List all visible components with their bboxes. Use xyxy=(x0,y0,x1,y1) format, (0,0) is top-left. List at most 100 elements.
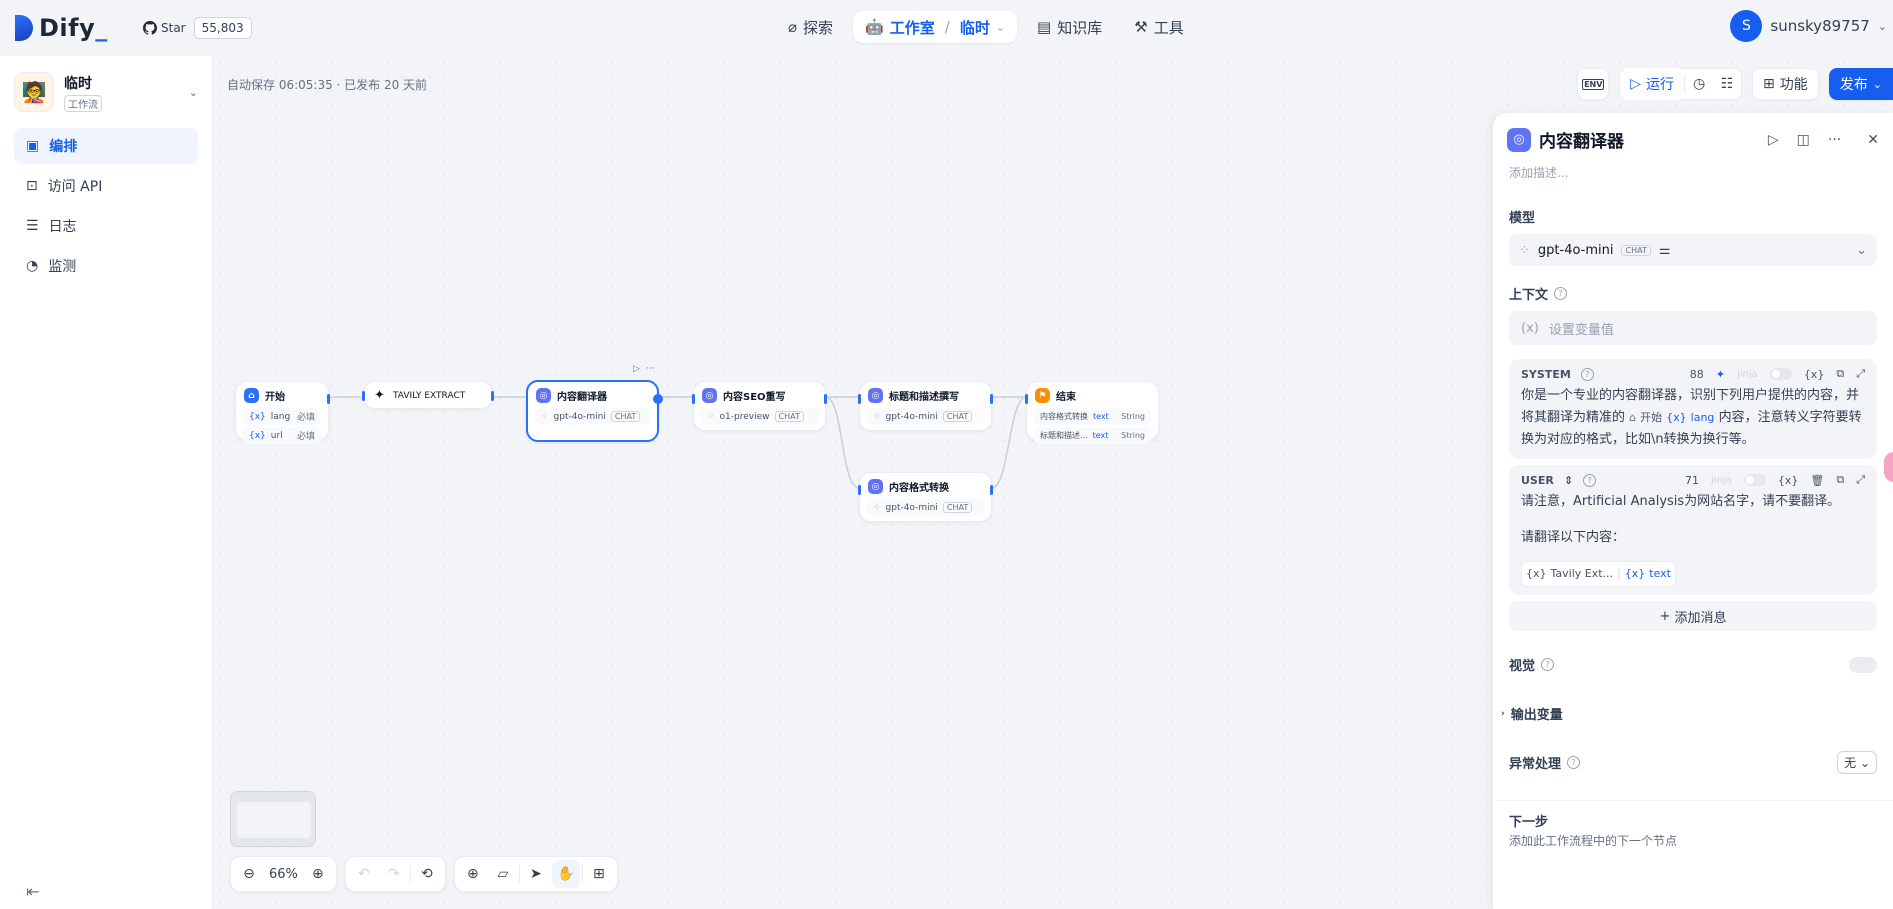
add-message-button[interactable]: + 添加消息 xyxy=(1509,601,1877,631)
run-button[interactable]: ▷ 运行 xyxy=(1620,68,1685,100)
token-count: 88 xyxy=(1689,367,1704,381)
model-name: gpt-4o-mini xyxy=(553,411,606,422)
dify-logo[interactable]: Dify_ xyxy=(15,14,108,42)
checklist-history-icon[interactable]: ◷ xyxy=(1685,70,1713,98)
expand-icon[interactable]: ⤢ xyxy=(1856,473,1865,487)
trash-icon[interactable]: 🗑 xyxy=(1810,474,1824,487)
settings-sliders-icon[interactable]: ⚌ xyxy=(1659,243,1671,258)
add-note-icon[interactable]: ▱ xyxy=(489,860,517,888)
node-title-desc-writer[interactable]: ◎ 标题和描述撰写 ⁘ gpt-4o-mini CHAT xyxy=(858,381,993,431)
sidebar-item-api[interactable]: ⊡ 访问 API xyxy=(14,168,198,204)
collapse-sidebar-icon[interactable]: ⇤ xyxy=(26,882,39,901)
help-icon[interactable]: ? xyxy=(1583,473,1597,487)
nav-knowledge[interactable]: ▤ 知识库 xyxy=(1025,11,1114,43)
user-role-label[interactable]: USER xyxy=(1521,474,1554,487)
user-prompt-text[interactable]: 请注意，Artificial Analysis为网站名字，请不要翻译。 请翻译以… xyxy=(1521,491,1865,587)
play-icon[interactable]: ▷ xyxy=(1768,132,1779,148)
chevron-down-icon[interactable]: ⌄ xyxy=(189,86,198,99)
node-handle[interactable] xyxy=(1025,394,1028,404)
node-start[interactable]: ⌂ 开始 {x} lang 必填 {x} url 必填 xyxy=(235,381,330,444)
output-section[interactable]: › 输出变量 xyxy=(1493,704,1893,723)
hand-icon[interactable]: ✋ xyxy=(551,860,580,888)
copy-icon[interactable]: ⧉ xyxy=(1836,473,1844,487)
node-handle[interactable] xyxy=(858,485,861,495)
sidebar-item-logs[interactable]: ☰ 日志 xyxy=(14,208,198,244)
node-handle[interactable] xyxy=(858,394,861,404)
user-prompt[interactable]: USER ⇕ ? 71 jinja {x} 🗑 ⧉ ⤢ 请注意，Artifici… xyxy=(1509,465,1877,595)
zoom-level[interactable]: 66% xyxy=(265,867,302,882)
context-variable-input[interactable]: (x) 设置变量值 xyxy=(1509,311,1877,345)
sparkle-icon[interactable]: ✦ xyxy=(1716,368,1725,381)
panel-resize-handle[interactable] xyxy=(1884,452,1893,482)
jinja-toggle[interactable] xyxy=(1769,368,1792,380)
autosave-status: 自动保存 06:05:35 · 已发布 20 天前 xyxy=(227,78,428,92)
node-model-row: ⁘ gpt-4o-mini CHAT xyxy=(867,499,984,516)
node-handle[interactable] xyxy=(653,394,663,404)
split-view-icon[interactable]: ◫ xyxy=(1797,132,1810,148)
nav-explore[interactable]: ⌀ 探索 xyxy=(776,11,845,43)
more-icon[interactable]: ··· xyxy=(646,364,655,374)
node-end[interactable]: ⚑ 结束 内容格式转换 text String 标题和描述... text String xyxy=(1025,381,1159,444)
add-node-icon[interactable]: ⊕ xyxy=(459,860,487,888)
description-input[interactable]: 添加描述... xyxy=(1493,152,1893,193)
sidebar-item-orchestrate[interactable]: ▣ 编排 xyxy=(14,128,198,164)
node-handle[interactable] xyxy=(990,394,993,404)
help-icon[interactable]: ? xyxy=(1541,658,1555,671)
help-icon[interactable]: ? xyxy=(1554,287,1568,300)
help-icon[interactable]: ? xyxy=(1567,756,1581,769)
close-icon[interactable]: ✕ xyxy=(1867,132,1879,148)
undo-icon[interactable]: ↶ xyxy=(350,860,378,888)
sparkle-icon: ✦ xyxy=(374,388,385,403)
required-label: 必填 xyxy=(296,413,315,423)
github-star-widget[interactable]: Star 55,803 xyxy=(135,15,252,41)
compass-icon: ⌀ xyxy=(788,18,798,36)
context-label: 上下文 xyxy=(1509,288,1549,303)
system-prompt[interactable]: SYSTEM ? 88 ✦ jinja {x} ⧉ ⤢ 你是一个专业的内容翻译器… xyxy=(1509,359,1877,459)
zoom-out-icon[interactable]: ⊖ xyxy=(235,860,263,888)
nav-studio-app[interactable]: 临时 xyxy=(960,17,990,38)
insert-variable-icon[interactable]: {x} xyxy=(1778,474,1799,487)
node-handle[interactable] xyxy=(491,391,494,401)
play-icon[interactable]: ▷ xyxy=(633,364,640,374)
pointer-icon[interactable]: ➤ xyxy=(522,860,550,888)
model-selector[interactable]: ⁘ gpt-4o-mini CHAT ⚌ ⌄ xyxy=(1509,234,1877,266)
redo-icon[interactable]: ↷ xyxy=(380,860,408,888)
vision-toggle[interactable] xyxy=(1849,656,1877,673)
nav-tools[interactable]: ⚒ 工具 xyxy=(1122,11,1195,43)
app-header[interactable]: 🧑‍🏫 临时 工作流 ⌄ xyxy=(0,56,212,128)
node-handle[interactable] xyxy=(692,394,695,404)
publish-button[interactable]: 发布 ⌄ xyxy=(1828,68,1893,100)
insert-variable-icon[interactable]: {x} xyxy=(1804,368,1825,381)
checklist-icon[interactable]: ☷ xyxy=(1713,70,1741,98)
node-handle[interactable] xyxy=(824,394,827,404)
organize-icon[interactable]: ⊞ xyxy=(585,860,613,888)
nav-studio[interactable]: 🤖 工作室 / 临时 ⌄ xyxy=(853,11,1018,43)
env-button[interactable]: ENV xyxy=(1577,68,1610,100)
node-title: 内容格式转换 xyxy=(889,483,949,494)
node-handle[interactable] xyxy=(327,394,330,404)
minimap[interactable] xyxy=(230,791,316,847)
node-content-format-convert[interactable]: ◎ 内容格式转换 ⁘ gpt-4o-mini CHAT xyxy=(858,472,993,522)
sidebar-item-monitor[interactable]: ◔ 监测 xyxy=(14,248,198,284)
nav-explore-label: 探索 xyxy=(803,18,834,37)
node-content-seo-rewrite[interactable]: ◎ 内容SEO重写 ⁘ o1-preview CHAT xyxy=(692,381,827,431)
copy-icon[interactable]: ⧉ xyxy=(1836,367,1844,381)
node-handle[interactable] xyxy=(990,485,993,495)
node-handle[interactable] xyxy=(362,391,365,401)
user-menu[interactable]: S sunsky89757 ⌄ xyxy=(1730,10,1887,42)
node-tavily-extract[interactable]: ✦ TAVILY EXTRACT xyxy=(362,381,494,409)
output-source: 内容格式转换 xyxy=(1040,412,1088,421)
error-strategy-select[interactable]: 无 ⌄ xyxy=(1837,751,1877,774)
node-content-translator[interactable]: ◎ 内容翻译器 ⁘ gpt-4o-mini CHAT xyxy=(526,380,663,442)
system-prompt-text[interactable]: 你是一个专业的内容翻译器，识别下列用户提供的内容，并将其翻译为精准的 ⌂ 开始 {… xyxy=(1521,385,1865,451)
expand-icon[interactable]: ⤢ xyxy=(1856,367,1865,381)
history-icon[interactable]: ⟲ xyxy=(413,860,441,888)
help-icon[interactable]: ? xyxy=(1580,367,1594,381)
more-icon[interactable]: ··· xyxy=(1828,132,1841,148)
switch-role-icon[interactable]: ⇕ xyxy=(1564,474,1573,487)
jinja-toggle[interactable] xyxy=(1743,474,1766,486)
panel-title[interactable]: 内容翻译器 xyxy=(1539,127,1624,152)
zoom-in-icon[interactable]: ⊕ xyxy=(304,860,332,888)
chevron-down-icon[interactable]: ⌄ xyxy=(996,21,1005,34)
features-button[interactable]: ⊞ 功能 xyxy=(1752,68,1819,100)
